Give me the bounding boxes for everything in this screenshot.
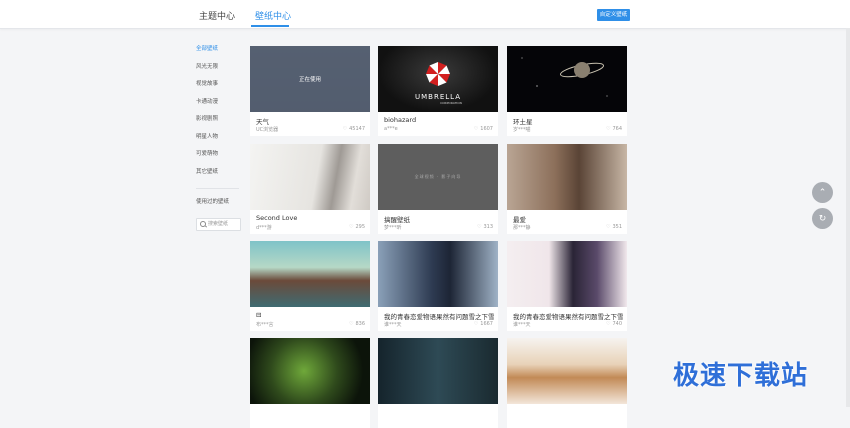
- site-watermark: 极速下载站: [673, 361, 809, 391]
- card-likes[interactable]: 1667: [474, 321, 493, 327]
- wallpaper-thumbnail[interactable]: [507, 46, 627, 112]
- wallpaper-thumbnail[interactable]: [250, 338, 370, 404]
- wallpaper-thumbnail[interactable]: [378, 241, 498, 307]
- sidebar-item-cute[interactable]: 可爱萌物: [196, 146, 242, 164]
- wallpaper-card[interactable]: [250, 338, 370, 428]
- sidebar-item-movie[interactable]: 影视剧照: [196, 111, 242, 129]
- sidebar-item-scenery[interactable]: 风光无限: [196, 59, 242, 77]
- card-likes[interactable]: 45147: [343, 126, 365, 132]
- wallpaper-card[interactable]: Second Love d***游 295: [250, 144, 370, 234]
- scroll-top-button[interactable]: ⌃: [812, 182, 833, 203]
- card-title: 搞醒壁纸: [384, 216, 410, 224]
- card-title: ⊟: [256, 311, 262, 319]
- saturn-image: [521, 57, 608, 97]
- card-title: 最爱: [513, 216, 526, 224]
- wallpaper-card[interactable]: [507, 338, 627, 428]
- card-title: 我的青春恋爱物语果然有问题雪之下雪: [384, 313, 495, 321]
- sidebar-item-history[interactable]: 使用过的壁纸: [196, 194, 242, 212]
- page-scrollbar[interactable]: [846, 28, 850, 407]
- wallpaper-thumbnail[interactable]: [507, 241, 627, 307]
- card-author: 谁***天: [513, 322, 531, 328]
- card-author: 布***言: [256, 322, 274, 328]
- card-author: 梦***昕: [384, 225, 402, 231]
- thumbnail-caption: 全球视频 · 影子向导: [414, 174, 462, 179]
- tab-wallpaper-center[interactable]: 壁纸中心: [255, 9, 291, 22]
- top-navigation-bar: 主题中心 壁纸中心 自定义壁纸: [0, 0, 850, 29]
- card-title: biohazard: [384, 116, 417, 124]
- wallpaper-card[interactable]: UMBRELLA CORPORATION biohazard a***e 160…: [378, 46, 498, 136]
- chevron-up-icon: ⌃: [818, 187, 827, 198]
- wallpaper-thumbnail[interactable]: [507, 338, 627, 404]
- card-author: a***e: [384, 126, 398, 132]
- sidebar-item-celebrity[interactable]: 明星人物: [196, 129, 242, 147]
- wallpaper-card[interactable]: 我的青春恋爱物语果然有问题雪之下雪 谁***天 1667: [378, 241, 498, 331]
- sidebar-divider: [196, 188, 239, 189]
- wallpaper-thumbnail[interactable]: [378, 338, 498, 404]
- card-author: 谁***天: [384, 322, 402, 328]
- corporation-logo-text: CORPORATION: [440, 101, 462, 105]
- wallpaper-thumbnail[interactable]: 正在使用: [250, 46, 370, 112]
- refresh-icon: ↻: [818, 213, 827, 224]
- card-likes[interactable]: 740: [606, 321, 622, 327]
- wallpaper-card[interactable]: [378, 338, 498, 428]
- refresh-button[interactable]: ↻: [812, 208, 833, 229]
- card-author: 那***静: [513, 225, 531, 231]
- active-tab-indicator: [251, 25, 289, 27]
- card-likes[interactable]: 836: [349, 321, 365, 327]
- sidebar-item-other[interactable]: 其它壁纸: [196, 164, 242, 182]
- wallpaper-thumbnail[interactable]: [250, 144, 370, 210]
- wallpaper-thumbnail[interactable]: UMBRELLA CORPORATION: [378, 46, 498, 112]
- wallpaper-card[interactable]: 环土星 岁***喵 764: [507, 46, 627, 136]
- card-title: Second Love: [256, 214, 298, 222]
- wallpaper-card[interactable]: 全球视频 · 影子向导 搞醒壁纸 梦***昕 313: [378, 144, 498, 234]
- category-sidebar: 全部壁纸 风光无限 视觉故事 卡通动漫 影视剧照 明星人物 可爱萌物 其它壁纸 …: [196, 41, 242, 231]
- sidebar-item-visual-story[interactable]: 视觉故事: [196, 76, 242, 94]
- card-likes[interactable]: 313: [477, 224, 493, 230]
- sidebar-item-anime[interactable]: 卡通动漫: [196, 94, 242, 112]
- wallpaper-thumbnail[interactable]: [507, 144, 627, 210]
- card-author: UC浏览器: [256, 127, 279, 133]
- card-likes[interactable]: 295: [349, 224, 365, 230]
- wallpaper-card[interactable]: 我的青春恋爱物语果然有问题雪之下雪 谁***天 740: [507, 241, 627, 331]
- card-title: 天气: [256, 118, 269, 126]
- card-author: d***游: [256, 225, 272, 231]
- wallpaper-thumbnail[interactable]: [250, 241, 370, 307]
- card-title: 我的青春恋爱物语果然有问题雪之下雪: [513, 313, 624, 321]
- sidebar-item-all[interactable]: 全部壁纸: [196, 41, 242, 59]
- card-author: 岁***喵: [513, 127, 531, 133]
- search-placeholder: 搜索壁纸: [208, 220, 229, 227]
- wallpaper-card[interactable]: ⊟ 布***言 836: [250, 241, 370, 331]
- card-title: 环土星: [513, 118, 533, 126]
- card-likes[interactable]: 1607: [474, 126, 493, 132]
- card-likes[interactable]: 351: [606, 224, 622, 230]
- custom-wallpaper-button[interactable]: 自定义壁纸: [597, 9, 630, 21]
- search-input[interactable]: 搜索壁纸: [196, 217, 241, 231]
- wallpaper-card[interactable]: 正在使用 天气 UC浏览器 45147: [250, 46, 370, 136]
- wallpaper-thumbnail[interactable]: 全球视频 · 影子向导: [378, 144, 498, 210]
- tab-theme-center[interactable]: 主题中心: [199, 9, 235, 22]
- search-icon: [200, 221, 206, 227]
- umbrella-logo-icon: UMBRELLA CORPORATION: [415, 62, 462, 105]
- in-use-overlay: 正在使用: [250, 46, 370, 112]
- wallpaper-card[interactable]: 最爱 那***静 351: [507, 144, 627, 234]
- umbrella-logo-text: UMBRELLA: [415, 93, 461, 101]
- card-likes[interactable]: 764: [606, 126, 622, 132]
